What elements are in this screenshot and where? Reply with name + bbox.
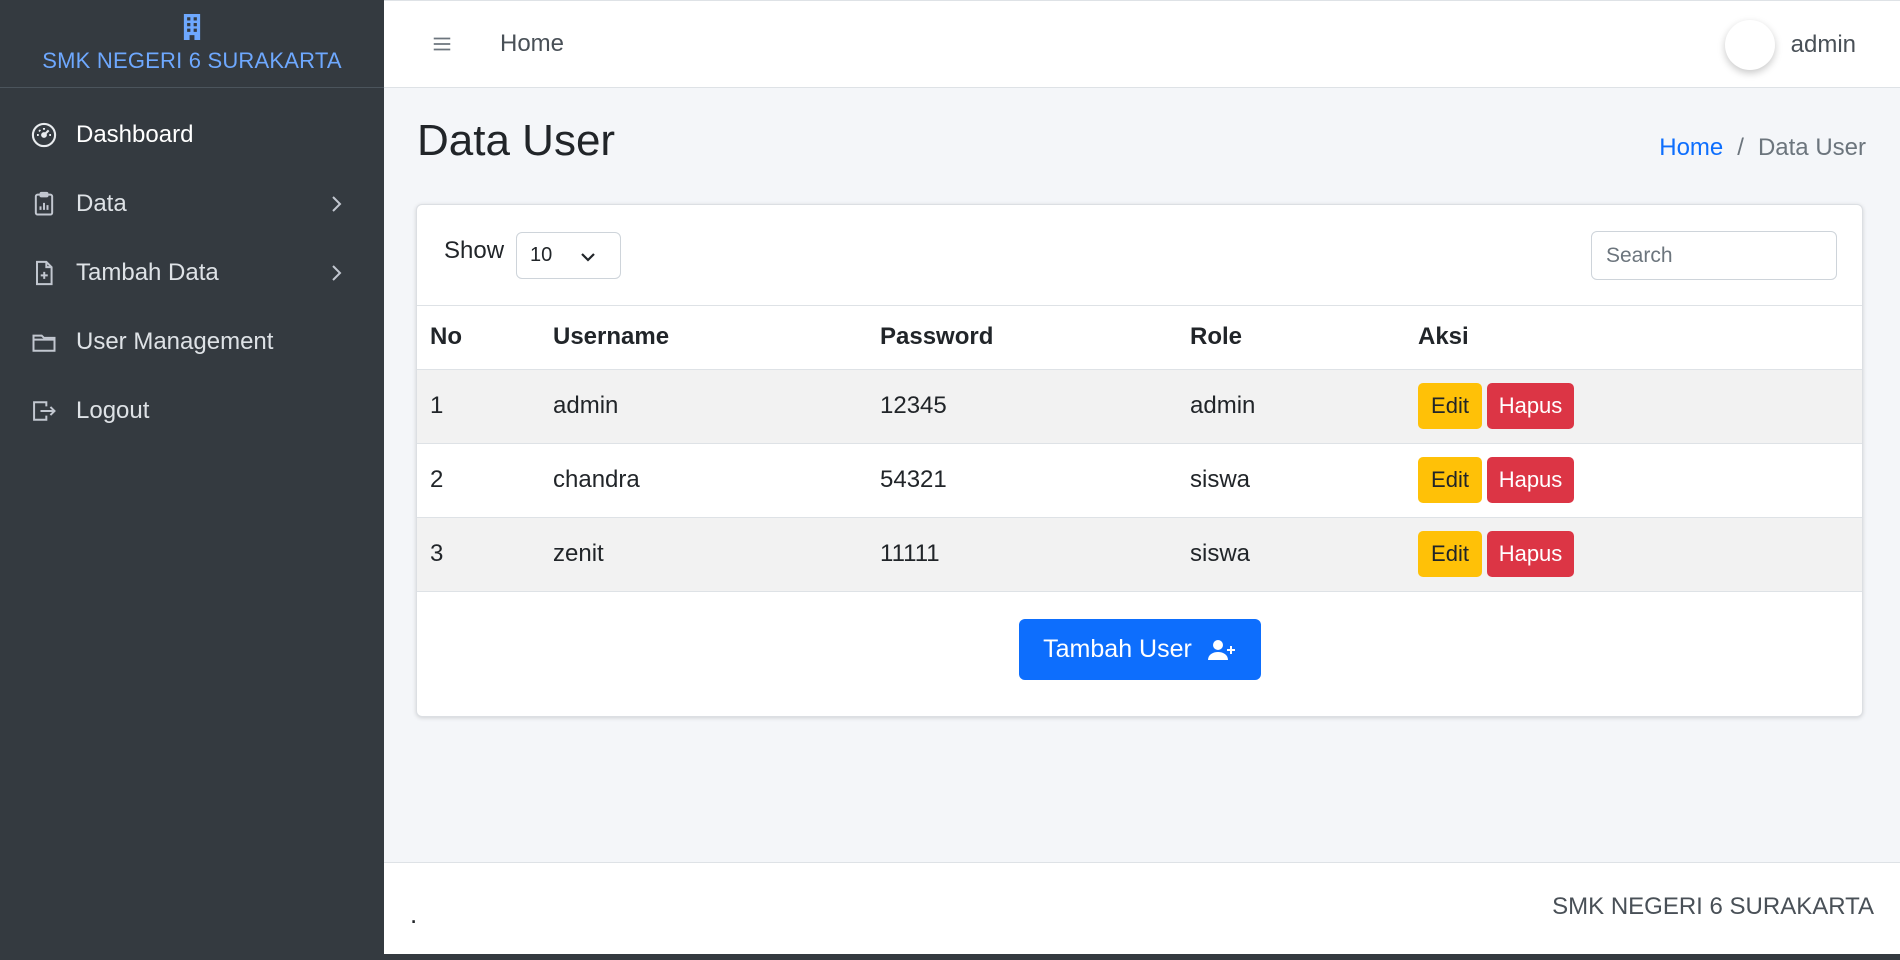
show-entries-select[interactable]: 10 [516,232,621,279]
cell-role: siswa [1190,517,1418,592]
chevron-right-icon [332,195,342,212]
cell-actions: Edit Hapus [1418,517,1862,592]
sidebar-item-label: User Management [76,327,274,355]
sidebar-item-label: Logout [76,396,150,424]
page-title: Data User [417,116,616,165]
table-toolbar: Show 10 [417,205,1862,306]
column-header-password[interactable]: Password [880,306,1190,370]
footer-left-text: . [410,899,418,929]
cell-username: zenit [553,517,880,592]
add-user-button[interactable]: Tambah User [1018,619,1261,680]
sidebar: SMK NEGERI 6 SURAKARTA Dashboard Data Ta… [0,0,384,960]
person-plus-icon [1207,639,1235,660]
building-icon [183,13,201,40]
table-row: 2 chandra 54321 siswa Edit Hapus [417,443,1862,518]
cell-role: siswa [1190,443,1418,518]
edit-button[interactable]: Edit [1418,457,1482,503]
cell-password: 12345 [880,369,1190,444]
clipboard-data-icon [30,190,58,218]
cell-no: 1 [417,369,553,444]
footer: . SMK NEGERI 6 SURAKARTA [384,862,1900,954]
avatar [1724,20,1775,70]
cell-password: 54321 [880,443,1190,518]
sidebar-item-label: Data [76,189,127,217]
content-header: Data User Home / Data User [384,88,1900,202]
folder-icon [30,328,58,356]
chevron-down-icon [581,253,595,262]
user-table-card: Show 10 No Username Password Role Aksi 1 [416,204,1863,717]
cell-username: admin [553,369,880,444]
top-navbar: Home admin [384,0,1900,88]
file-plus-icon [30,259,58,287]
cell-no: 2 [417,443,553,518]
sidebar-item-data[interactable]: Data [0,169,384,238]
breadcrumb-separator: / [1737,134,1744,161]
column-header-aksi: Aksi [1418,306,1862,370]
breadcrumb: Home / Data User [1659,134,1866,162]
footer-brand-text: SMK NEGERI 6 SURAKARTA [1552,893,1874,920]
table-header-row: No Username Password Role Aksi [417,306,1862,370]
cell-no: 3 [417,517,553,592]
box-arrow-right-icon [30,397,58,425]
delete-button[interactable]: Hapus [1487,531,1574,577]
delete-button[interactable]: Hapus [1487,457,1574,503]
table-row: 1 admin 12345 admin Edit Hapus [417,369,1862,444]
show-entries-label: Show [444,237,505,264]
add-user-label: Tambah User [1043,635,1192,663]
column-header-no[interactable]: No [417,306,553,370]
sidebar-item-label: Dashboard [76,120,194,148]
sidebar-nav: Dashboard Data Tambah Data User Manageme… [0,88,384,445]
cell-actions: Edit Hapus [1418,369,1862,444]
sidebar-item-tambah-data[interactable]: Tambah Data [0,238,384,307]
search-input[interactable] [1591,231,1837,280]
hamburger-icon[interactable] [430,32,454,56]
user-name: admin [1790,31,1856,58]
speedometer-icon [30,121,58,149]
show-entries-value: 10 [530,244,553,266]
cell-username: chandra [553,443,880,518]
user-menu[interactable]: admin [1724,1,1856,89]
user-table: No Username Password Role Aksi 1 admin 1… [417,306,1862,592]
column-header-username[interactable]: Username [553,306,880,370]
breadcrumb-home-link[interactable]: Home [1659,134,1723,162]
chevron-right-icon [332,264,342,281]
brand[interactable]: SMK NEGERI 6 SURAKARTA [0,0,384,88]
edit-button[interactable]: Edit [1418,531,1482,577]
breadcrumb-current: Data User [1757,134,1866,161]
edit-button[interactable]: Edit [1418,383,1482,429]
sidebar-item-label: Tambah Data [76,258,219,286]
sidebar-item-dashboard[interactable]: Dashboard [0,100,384,169]
delete-button[interactable]: Hapus [1487,383,1574,429]
navbar-home-link[interactable]: Home [500,30,564,58]
sidebar-item-user-management[interactable]: User Management [0,307,384,376]
cell-actions: Edit Hapus [1418,443,1862,518]
table-row: 3 zenit 11111 siswa Edit Hapus [417,517,1862,592]
main-content: Home admin Data User Home / Data User Sh… [384,0,1900,954]
sidebar-item-logout[interactable]: Logout [0,376,384,445]
cell-role: admin [1190,369,1418,444]
add-user-wrapper: Tambah User [417,619,1862,680]
column-header-role[interactable]: Role [1190,306,1418,370]
cell-password: 11111 [880,517,1190,592]
brand-name: SMK NEGERI 6 SURAKARTA [42,47,342,73]
